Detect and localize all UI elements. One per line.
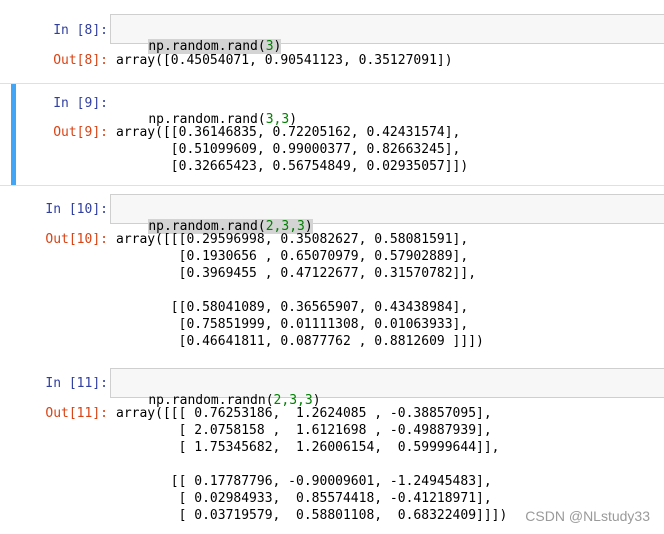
notebook-cell-10[interactable]: In [10]: np.random.rand(2,3,3) Out[10]: … (0, 194, 664, 354)
notebook-cell-9[interactable]: In [9]: np.random.rand(3,3) Out[9]: arra… (0, 83, 664, 186)
out-prompt: Out[8]: (53, 53, 108, 68)
notebook-cell-8[interactable]: In [8]: np.random.rand(3) Out[8]: array(… (0, 14, 664, 70)
code-input[interactable]: np.random.randn(2,3,3) (110, 368, 664, 408)
out-prompt: Out[10]: (45, 232, 108, 247)
cell-output: array([[0.36146835, 0.72205162, 0.424315… (116, 125, 469, 174)
in-prompt: In [9]: (53, 96, 108, 111)
code-input[interactable]: np.random.rand(3) (110, 14, 664, 54)
code-input[interactable]: np.random.rand(3,3) (110, 87, 664, 127)
notebook-cell-11[interactable]: In [11]: np.random.randn(2,3,3) Out[11]:… (0, 368, 664, 528)
in-prompt: In [8]: (53, 23, 108, 38)
in-prompt: In [11]: (45, 376, 108, 391)
watermark: CSDN @NLstudy33 (525, 508, 650, 524)
code-input[interactable]: np.random.rand(2,3,3) (110, 194, 664, 234)
out-prompt: Out[11]: (45, 406, 108, 421)
out-prompt: Out[9]: (53, 125, 108, 140)
cell-output: array([[[ 0.76253186, 1.2624085 , -0.388… (116, 406, 508, 523)
cell-output: array([0.45054071, 0.90541123, 0.3512709… (116, 53, 453, 68)
cell-output: array([[[0.29596998, 0.35082627, 0.58081… (116, 232, 484, 349)
in-prompt: In [10]: (45, 202, 108, 217)
